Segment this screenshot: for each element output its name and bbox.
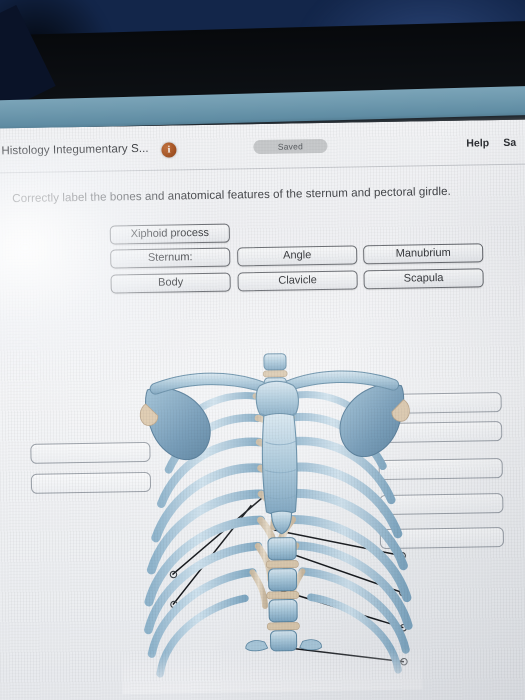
info-icon[interactable]: i (161, 142, 177, 158)
sternum-body (261, 412, 298, 516)
help-link[interactable]: Help (466, 137, 489, 149)
assignment-title: Histology Integumentary S... (1, 142, 149, 158)
status-badge: Saved (253, 138, 328, 155)
scapula-left (339, 383, 405, 457)
answer-tile-sternum[interactable]: Sternum: (110, 247, 231, 269)
question-instruction: Correctly label the bones and anatomical… (12, 184, 451, 206)
screen-page-area: Histology Integumentary S... i Saved Hel… (0, 119, 525, 700)
manubrium (255, 380, 299, 419)
clavicle-right (149, 372, 267, 395)
sternum-and-pectoral-girdle-illustration (117, 349, 423, 695)
answer-tile-manubrium[interactable]: Manubrium (363, 243, 484, 265)
answer-tile-body[interactable]: Body (110, 272, 231, 294)
photo-of-screen-scene: Histology Integumentary S... i Saved Hel… (0, 0, 525, 700)
save-and-exit-link[interactable]: Sa (503, 137, 516, 149)
page-content: Histology Integumentary S... i Saved Hel… (0, 120, 525, 700)
answer-tile-xiphoid-process[interactable]: Xiphoid process (109, 223, 230, 245)
answer-tile-clavicle[interactable]: Clavicle (237, 270, 358, 292)
answer-tile-angle[interactable]: Angle (237, 245, 358, 267)
scapula-right (145, 387, 211, 460)
answer-tile-scapula[interactable]: Scapula (363, 268, 484, 290)
